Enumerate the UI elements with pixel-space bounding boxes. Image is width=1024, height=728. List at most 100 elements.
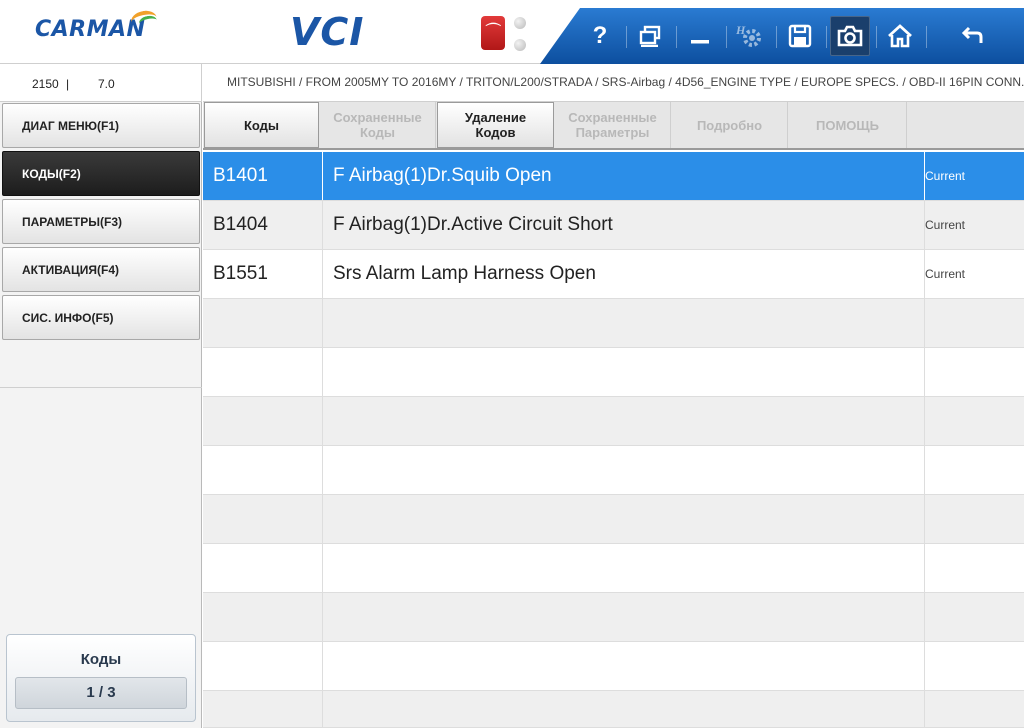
status-led-2 <box>514 39 526 51</box>
toolbar-separator <box>776 26 777 48</box>
sidebar-item-system-info[interactable]: СИС. ИНФО(F5) <box>2 295 200 340</box>
sidebar-item-label: ПАРАМЕТРЫ(F3) <box>22 214 122 229</box>
sidebar-item-label: КОДЫ(F2) <box>22 166 81 181</box>
home-button[interactable] <box>880 16 920 56</box>
window-button[interactable] <box>630 16 670 56</box>
sidebar-item-parameters[interactable]: ПАРАМЕТРЫ(F3) <box>2 199 200 244</box>
codes-counter-value: 1 / 3 <box>15 677 187 709</box>
empty-row <box>203 593 1024 642</box>
camera-icon <box>837 25 863 47</box>
empty-cell <box>925 446 1024 494</box>
toolbar: ? H <box>540 8 1024 64</box>
sidebar-item-codes[interactable]: КОДЫ(F2) <box>2 151 200 196</box>
vci-logo: VCI <box>290 10 365 54</box>
empty-row <box>203 495 1024 544</box>
empty-cell <box>203 544 323 592</box>
empty-row <box>203 348 1024 397</box>
toolbar-separator <box>926 26 927 48</box>
toolbar-separator <box>826 26 827 48</box>
version-value-2: 7.0 <box>98 77 115 91</box>
app-header: CARMAN VCI ⏜ ? H <box>0 0 1024 64</box>
empty-row <box>203 642 1024 691</box>
toolbar-separator <box>676 26 677 48</box>
empty-cell <box>925 299 1024 347</box>
empty-cell <box>203 299 323 347</box>
empty-cell <box>323 495 925 543</box>
save-button[interactable] <box>780 16 820 56</box>
settings-icon: H <box>736 23 761 47</box>
empty-cell <box>203 691 323 727</box>
empty-cell <box>323 544 925 592</box>
empty-cell <box>925 593 1024 641</box>
tab-saved-parameters[interactable]: Сохраненные Параметры <box>555 102 671 148</box>
empty-cell <box>203 593 323 641</box>
empty-cell <box>925 348 1024 396</box>
toolbar-separator <box>626 26 627 48</box>
window-icon <box>639 25 661 47</box>
sidebar-item-label: ДИАГ МЕНЮ(F1) <box>22 118 120 133</box>
toolbar-separator <box>726 26 727 48</box>
status-cell: Current <box>925 267 966 281</box>
tab-label: Сохраненные Параметры <box>568 110 657 140</box>
code-cell: B1404 <box>203 201 323 249</box>
table-row[interactable]: B1404 F Airbag(1)Dr.Active Circuit Short… <box>203 201 1024 250</box>
minimize-button[interactable] <box>680 16 720 56</box>
breadcrumb: MITSUBISHI / FROM 2005MY TO 2016MY / TRI… <box>203 64 1024 102</box>
save-icon <box>788 24 812 48</box>
settings-button[interactable]: H <box>730 16 770 56</box>
function-tabs: Коды Сохраненные Коды Удаление Кодов Сох… <box>203 102 1024 150</box>
empty-cell <box>323 446 925 494</box>
tab-label: Подробно <box>696 117 763 133</box>
minimize-icon <box>691 40 709 44</box>
tab-codes[interactable]: Коды <box>204 102 319 148</box>
empty-cell <box>203 495 323 543</box>
brand-name: CARMAN <box>35 17 146 42</box>
sidebar-item-label: АКТИВАЦИЯ(F4) <box>22 262 119 277</box>
empty-cell <box>323 299 925 347</box>
tab-label: Сохраненные Коды <box>333 110 422 140</box>
tab-label: Коды <box>243 117 280 133</box>
tab-help[interactable]: ПОМОЩЬ <box>789 102 907 148</box>
empty-cell <box>925 691 1024 727</box>
code-cell: B1401 <box>203 152 323 200</box>
status-led-1 <box>514 17 526 29</box>
description-cell: F Airbag(1)Dr.Active Circuit Short <box>323 201 925 249</box>
empty-cell <box>925 544 1024 592</box>
sidebar-item-diag-menu[interactable]: ДИАГ МЕНЮ(F1) <box>2 103 200 148</box>
usb-status-icon: ⏜ <box>481 16 505 50</box>
empty-cell <box>323 348 925 396</box>
empty-cell <box>203 397 323 445</box>
empty-cell <box>323 593 925 641</box>
back-icon <box>961 26 983 43</box>
sidebar: ДИАГ МЕНЮ(F1) КОДЫ(F2) ПАРАМЕТРЫ(F3) АКТ… <box>0 102 202 728</box>
empty-cell <box>323 397 925 445</box>
sidebar-item-activation[interactable]: АКТИВАЦИЯ(F4) <box>2 247 200 292</box>
tab-label: ПОМОЩЬ <box>816 117 879 133</box>
tab-details[interactable]: Подробно <box>672 102 788 148</box>
screenshot-button[interactable] <box>830 16 870 56</box>
back-button[interactable] <box>952 16 992 56</box>
empty-cell <box>203 348 323 396</box>
empty-cell <box>925 495 1024 543</box>
table-row[interactable]: B1551 Srs Alarm Lamp Harness Open Curren… <box>203 250 1024 299</box>
empty-cell <box>925 642 1024 690</box>
help-button[interactable]: ? <box>580 16 620 56</box>
empty-cell <box>323 691 925 727</box>
description-cell: F Airbag(1)Dr.Squib Open <box>323 152 925 200</box>
table-row[interactable]: B1401 F Airbag(1)Dr.Squib Open Current <box>203 152 1024 201</box>
tab-clear-codes[interactable]: Удаление Кодов <box>437 102 554 148</box>
empty-row <box>203 544 1024 593</box>
empty-row <box>203 446 1024 495</box>
status-cell: Current <box>925 218 966 232</box>
sidebar-item-label: СИС. ИНФО(F5) <box>22 310 114 325</box>
codes-counter-panel: Коды 1 / 3 <box>6 634 196 722</box>
home-icon <box>888 24 912 48</box>
empty-cell <box>323 642 925 690</box>
description-cell: Srs Alarm Lamp Harness Open <box>323 250 925 298</box>
version-info: 2150 | 7.0 <box>0 64 202 102</box>
status-cell: Current <box>925 169 966 183</box>
carman-logo: CARMAN <box>35 8 159 45</box>
version-value-1: 2150 <box>32 77 59 91</box>
tab-saved-codes[interactable]: Сохраненные Коды <box>320 102 436 148</box>
empty-row <box>203 397 1024 446</box>
